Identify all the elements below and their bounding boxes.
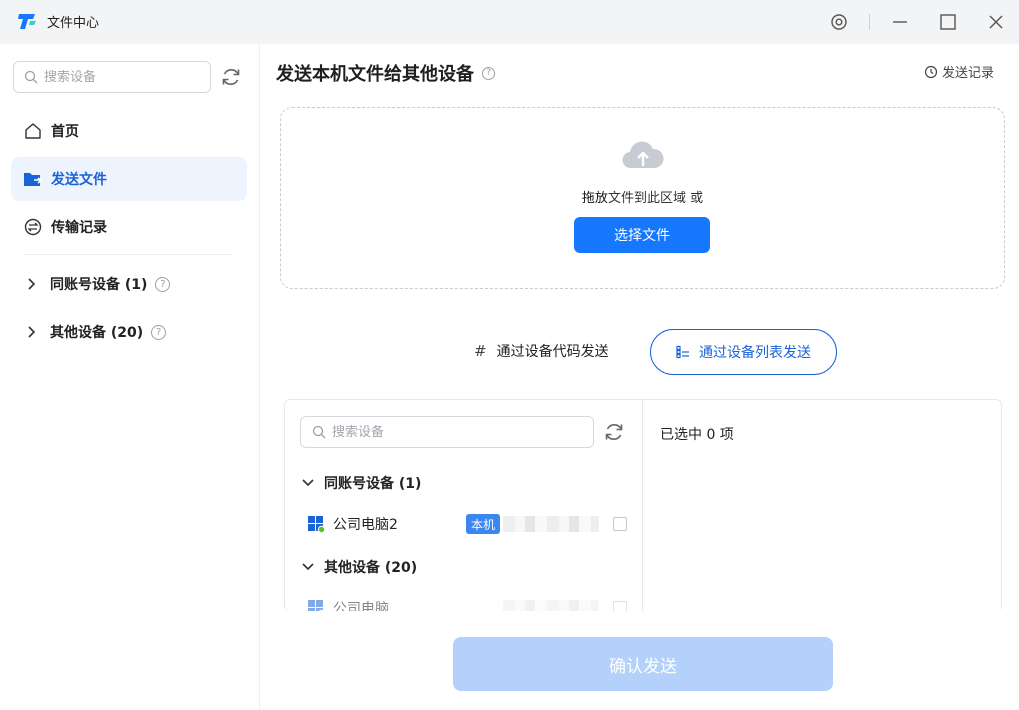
- sidebar-group-other-devices[interactable]: 其他设备 (20) ?: [24, 318, 167, 346]
- device-group-same-account[interactable]: 同账号设备 (1): [300, 473, 421, 493]
- hash-icon: #: [474, 342, 487, 360]
- help-icon[interactable]: ?: [151, 324, 167, 340]
- chevron-down-icon: [300, 475, 316, 491]
- device-checkbox[interactable]: [613, 601, 627, 611]
- refresh-icon[interactable]: [603, 421, 625, 443]
- windows-icon: [307, 599, 325, 611]
- home-icon: [23, 121, 43, 141]
- device-name: 公司电脑2: [333, 517, 398, 533]
- device-search-input[interactable]: [332, 424, 572, 440]
- help-icon[interactable]: ?: [155, 276, 171, 292]
- sidebar-group-same-account[interactable]: 同账号设备 (1) ?: [24, 270, 171, 298]
- confirm-send-button[interactable]: 确认发送: [453, 637, 833, 691]
- device-group-label: 其他设备 (20): [324, 560, 418, 576]
- this-device-badge: 本机: [466, 514, 501, 534]
- send-by-device-list-option[interactable]: 通过设备列表发送: [650, 329, 837, 375]
- page-title-text: 发送本机文件给其他设备: [276, 64, 474, 85]
- device-name: 公司电脑: [333, 601, 389, 611]
- chevron-right-icon: [24, 324, 40, 340]
- sidebar-item-send-file[interactable]: 发送文件: [11, 157, 247, 201]
- folder-send-icon: [23, 169, 43, 189]
- history-icon: [924, 65, 938, 78]
- chevron-down-icon: [300, 559, 316, 575]
- sidebar: 首页 发送文件 传输记录 同账号设备 (1) ? 其他设备 (20) ?: [0, 44, 260, 710]
- close-icon[interactable]: [984, 10, 1008, 34]
- send-by-device-code-option[interactable]: # 通过设备代码发送: [474, 341, 609, 361]
- send-by-device-list-label: 通过设备列表发送: [699, 345, 811, 361]
- title-bar: 文件中心: [0, 0, 1019, 44]
- select-file-button[interactable]: 选择文件: [574, 217, 710, 253]
- send-by-device-code-label: 通过设备代码发送: [496, 344, 609, 360]
- sidebar-divider: [24, 254, 232, 255]
- cloud-upload-icon: [622, 141, 664, 169]
- search-icon: [24, 70, 38, 84]
- dropzone-hint-strong: 拖放: [581, 191, 608, 206]
- sidebar-group-label: 同账号设备 (1): [50, 277, 148, 293]
- blurred-device-id: [503, 516, 599, 532]
- sidebar-group-label: 其他设备 (20): [50, 325, 144, 341]
- sidebar-item-label: 发送文件: [51, 172, 107, 188]
- app-title: 文件中心: [47, 16, 100, 31]
- device-row[interactable]: 公司电脑: [307, 596, 627, 611]
- chevron-right-icon: [24, 276, 40, 292]
- sidebar-item-home[interactable]: 首页: [11, 109, 247, 153]
- sidebar-search-input[interactable]: [44, 69, 194, 85]
- maximize-icon[interactable]: [936, 10, 960, 34]
- windows-icon: [307, 515, 326, 534]
- send-history-link[interactable]: 发送记录: [924, 62, 994, 81]
- app-logo-icon: [18, 14, 36, 29]
- device-row[interactable]: 公司电脑2 本机: [307, 512, 627, 536]
- device-checkbox[interactable]: [613, 517, 627, 531]
- send-history-label: 发送记录: [942, 66, 995, 81]
- search-icon: [312, 425, 326, 439]
- blurred-device-id: [503, 600, 599, 611]
- dropzone-hint-rest: 文件到此区域 或: [607, 191, 704, 206]
- file-dropzone[interactable]: 拖放文件到此区域 或 选择文件: [280, 107, 1005, 289]
- minimize-icon[interactable]: [888, 10, 912, 34]
- refresh-icon[interactable]: [220, 66, 242, 88]
- selected-count: 已选中 0 项: [660, 427, 734, 443]
- dropzone-hint: 拖放文件到此区域 或: [281, 187, 1004, 206]
- device-search[interactable]: [300, 416, 594, 448]
- device-selection-panel: 同账号设备 (1) 公司电脑2 本机 其他设备 (20): [284, 399, 1002, 611]
- sidebar-search[interactable]: [13, 61, 211, 93]
- device-group-other[interactable]: 其他设备 (20): [300, 557, 417, 577]
- device-list-pane: 同账号设备 (1) 公司电脑2 本机 其他设备 (20): [285, 400, 643, 611]
- sidebar-item-label: 传输记录: [51, 220, 107, 236]
- list-icon: [676, 345, 689, 359]
- sidebar-item-label: 首页: [51, 124, 79, 140]
- device-group-label: 同账号设备 (1): [324, 476, 422, 492]
- help-icon[interactable]: ?: [482, 66, 495, 80]
- page-title: 发送本机文件给其他设备 ?: [276, 60, 495, 86]
- settings-icon[interactable]: [827, 10, 851, 34]
- transfer-icon: [23, 217, 43, 237]
- titlebar-divider: [869, 14, 870, 30]
- sidebar-item-transfer-history[interactable]: 传输记录: [11, 205, 247, 249]
